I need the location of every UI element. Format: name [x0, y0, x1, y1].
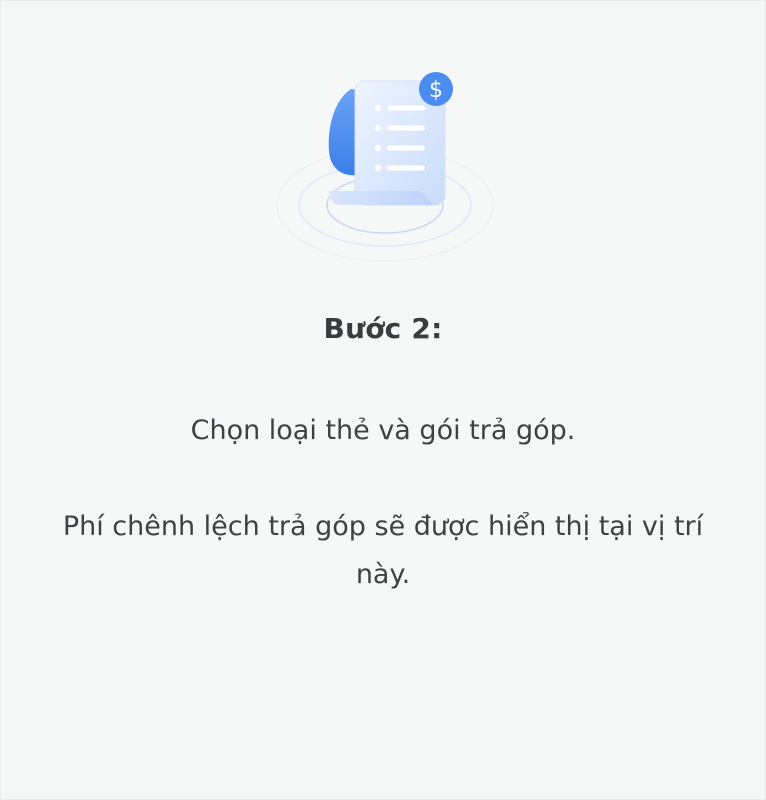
step-title: Bước 2:	[323, 312, 443, 345]
invoice-dollar-icon: $	[276, 72, 494, 262]
instruction-text: Chọn loại thẻ và gói trả góp.	[190, 415, 576, 446]
fee-note-text: Phí chênh lệch trả góp sẽ được hiển thị …	[62, 511, 704, 590]
dollar-badge: $	[429, 78, 443, 103]
invoice-illustration: $	[267, 67, 503, 267]
step-card: $ Bước 2: Chọn loại thẻ và gói trả góp. …	[0, 0, 766, 800]
